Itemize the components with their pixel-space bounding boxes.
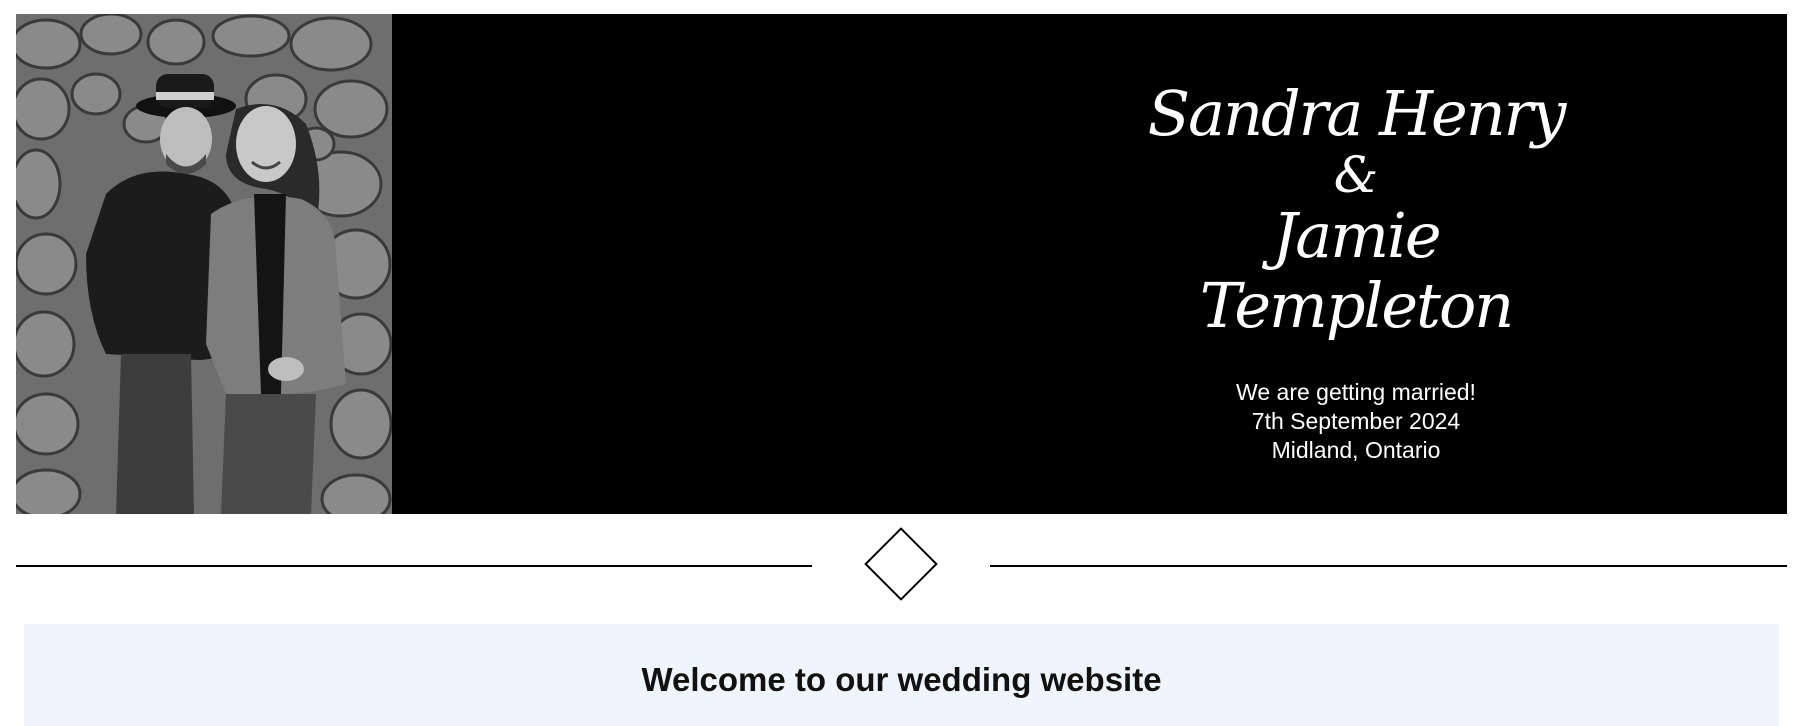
divider-line-left [16, 565, 812, 567]
divider-line-right [990, 565, 1787, 567]
hero-banner: Sandra Henry & Jamie Templeton We are ge… [16, 14, 1787, 514]
diamond-ornament-icon [864, 527, 938, 601]
couple-photo [16, 14, 392, 514]
welcome-title: Welcome to our wedding website [641, 661, 1162, 698]
couple-names: Sandra Henry & Jamie Templeton [1116, 79, 1596, 341]
ampersand: & [1333, 146, 1379, 204]
partner-two-name: Jamie Templeton [1199, 199, 1514, 342]
wedding-date: 7th September 2024 [1251, 408, 1461, 434]
partner-one-name: Sandra Henry [1147, 77, 1567, 150]
announcement-text: We are getting married! [1236, 379, 1476, 405]
couple-photo-image [16, 14, 392, 514]
section-divider [16, 527, 1787, 608]
event-details: We are getting married! 7th September 20… [1116, 378, 1596, 465]
wedding-page: Sandra Henry & Jamie Templeton We are ge… [0, 0, 1802, 726]
wedding-location: Midland, Ontario [1271, 437, 1441, 463]
welcome-section: Welcome to our wedding website [24, 624, 1779, 726]
